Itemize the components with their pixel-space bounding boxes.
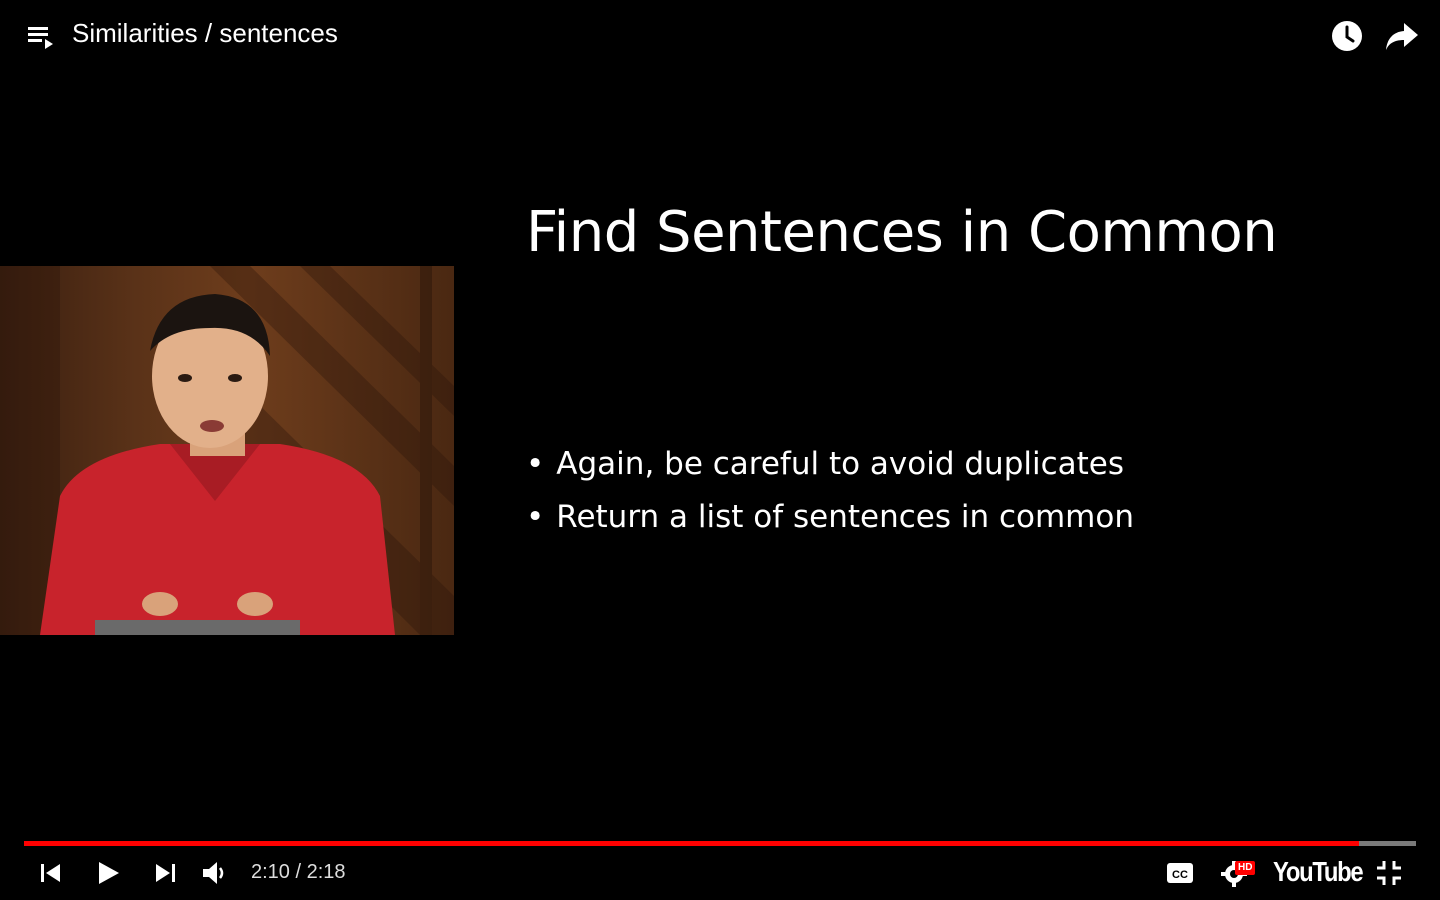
hd-badge: HD bbox=[1235, 861, 1256, 875]
progress-played bbox=[24, 841, 1360, 846]
slide-bullet: Again, be careful to avoid duplicates bbox=[526, 438, 1134, 491]
slide-bullets: Again, be careful to avoid duplicates Re… bbox=[526, 438, 1134, 544]
slide-bullet: Return a list of sentences in common bbox=[526, 491, 1134, 544]
presenter-video bbox=[0, 266, 454, 635]
presenter-image bbox=[0, 266, 454, 635]
next-icon[interactable] bbox=[152, 858, 178, 888]
watch-later-icon[interactable] bbox=[1330, 19, 1364, 53]
captions-icon[interactable]: CC bbox=[1165, 858, 1195, 888]
previous-icon[interactable] bbox=[38, 858, 64, 888]
video-frame[interactable]: Find Sentences in Common Again, be caref… bbox=[0, 72, 1440, 832]
play-icon[interactable] bbox=[94, 858, 122, 888]
slide-title: Find Sentences in Common bbox=[526, 200, 1278, 265]
time-display: 2:10 / 2:18 bbox=[251, 861, 346, 883]
exit-fullscreen-icon[interactable] bbox=[1374, 858, 1404, 888]
svg-text:CC: CC bbox=[1172, 869, 1188, 881]
player-controls: 2:10 / 2:18 CC HD YouTube bbox=[0, 848, 1440, 900]
playlist-icon[interactable] bbox=[26, 22, 56, 52]
volume-icon[interactable] bbox=[200, 858, 230, 888]
progress-bar[interactable] bbox=[24, 841, 1416, 846]
share-icon[interactable] bbox=[1384, 19, 1420, 53]
top-bar: Similarities / sentences bbox=[0, 0, 1440, 72]
video-title[interactable]: Similarities / sentences bbox=[72, 18, 338, 49]
youtube-logo[interactable]: YouTube bbox=[1273, 856, 1364, 888]
